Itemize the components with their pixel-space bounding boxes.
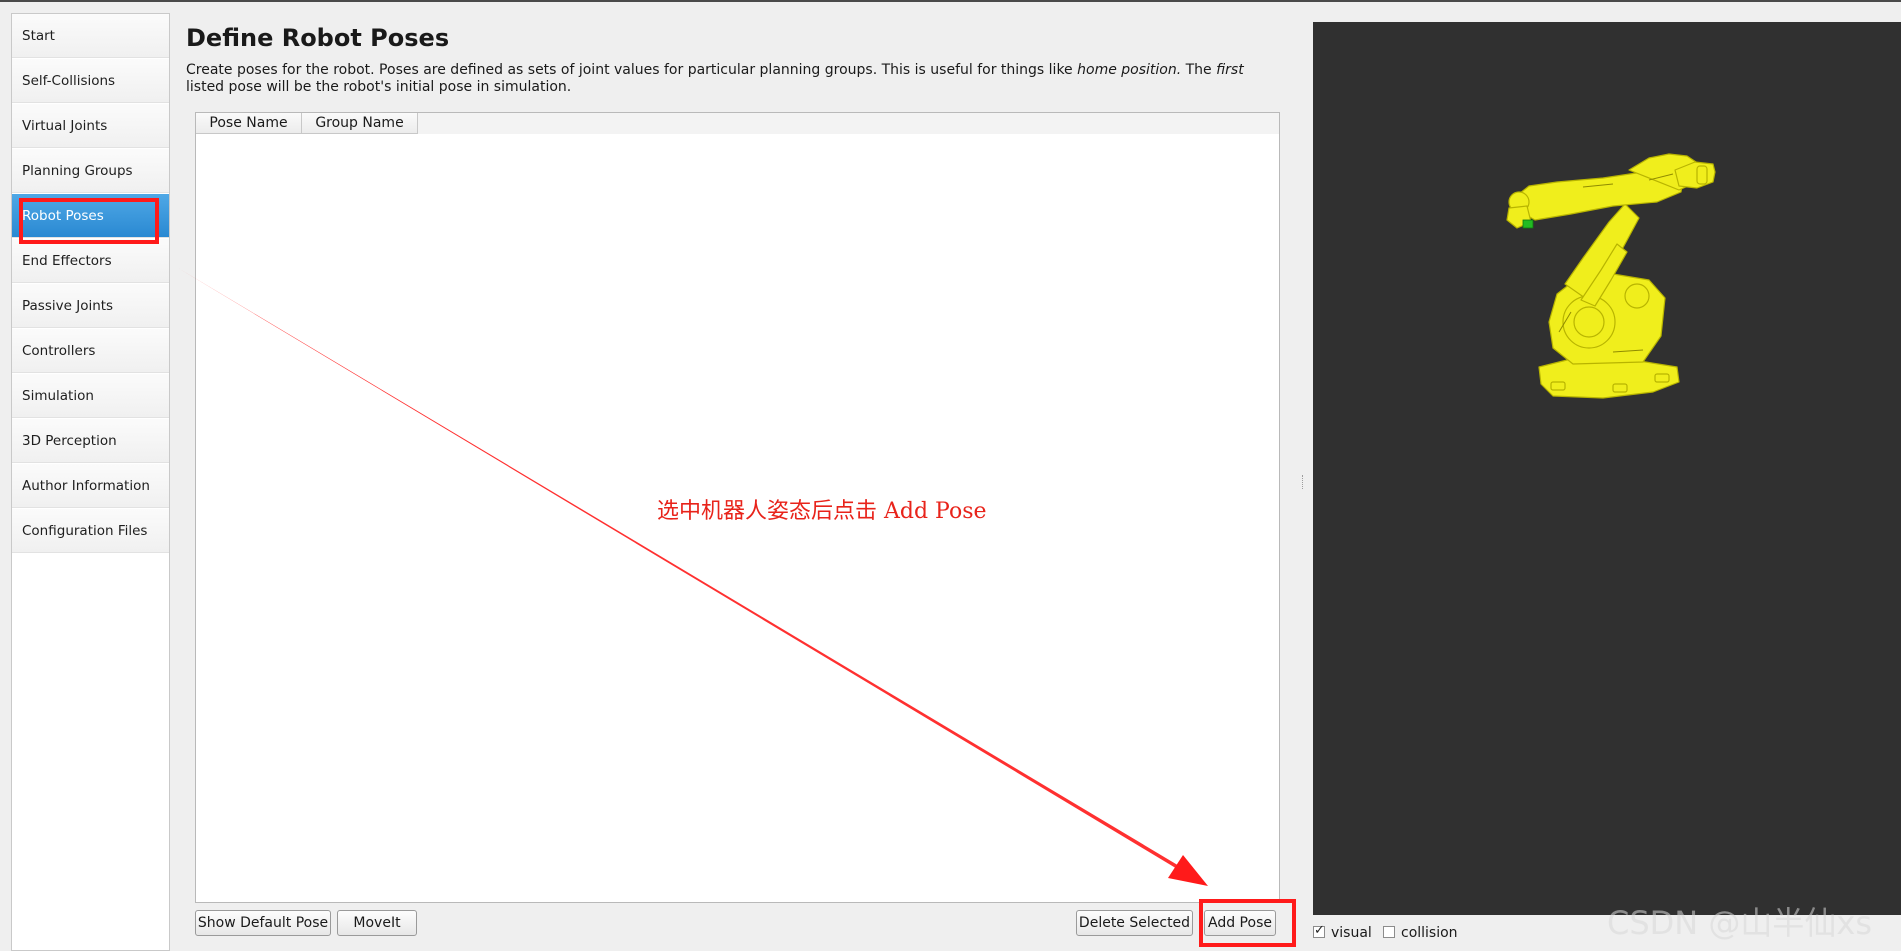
column-header-pose-name[interactable]: Pose Name bbox=[196, 113, 302, 134]
sidebar-item-author-information[interactable]: Author Information bbox=[12, 464, 169, 508]
sidebar-item-controllers[interactable]: Controllers bbox=[12, 329, 169, 373]
sidebar-item-end-effectors[interactable]: End Effectors bbox=[12, 239, 169, 283]
collision-checkbox[interactable] bbox=[1383, 926, 1395, 938]
sidebar-item-simulation[interactable]: Simulation bbox=[12, 374, 169, 418]
description-text-3: listed pose will be the robot's initial … bbox=[186, 79, 572, 95]
show-default-pose-button[interactable]: Show Default Pose bbox=[195, 910, 331, 936]
checkmark-icon: ✓ bbox=[1314, 923, 1325, 938]
robot-3d-viewer[interactable] bbox=[1313, 22, 1901, 915]
description-text-1: Create poses for the robot. Poses are de… bbox=[186, 62, 1078, 78]
watermark: CSDN @山半仙xs bbox=[1607, 904, 1873, 942]
delete-selected-button[interactable]: Delete Selected bbox=[1076, 910, 1193, 936]
sidebar: Start Self-Collisions Virtual Joints Pla… bbox=[11, 13, 170, 951]
sidebar-item-3d-perception[interactable]: 3D Perception bbox=[12, 419, 169, 463]
visual-checkbox-row[interactable]: ✓ visual bbox=[1313, 923, 1372, 942]
collision-checkbox-row[interactable]: collision bbox=[1383, 924, 1458, 942]
moveit-button[interactable]: MoveIt bbox=[337, 910, 417, 936]
page-description: Create poses for the robot. Poses are de… bbox=[186, 62, 1286, 96]
sidebar-item-planning-groups[interactable]: Planning Groups bbox=[12, 149, 169, 193]
visual-checkbox[interactable]: ✓ bbox=[1313, 923, 1325, 938]
sidebar-item-virtual-joints[interactable]: Virtual Joints bbox=[12, 104, 169, 148]
annotation-text: 选中机器人姿态后点击 Add Pose bbox=[657, 499, 987, 524]
add-pose-button[interactable]: Add Pose bbox=[1204, 910, 1276, 936]
sidebar-item-robot-poses[interactable]: Robot Poses bbox=[12, 194, 169, 238]
description-text-2: The bbox=[1181, 62, 1217, 78]
robot-model-icon bbox=[1506, 153, 1716, 399]
sidebar-item-configuration-files[interactable]: Configuration Files bbox=[12, 509, 169, 553]
page-title: Define Robot Poses bbox=[186, 24, 450, 52]
table-header: Pose Name Group Name bbox=[196, 113, 1279, 134]
sidebar-item-start[interactable]: Start bbox=[12, 14, 169, 58]
visual-label: visual bbox=[1331, 925, 1372, 941]
splitter-handle[interactable] bbox=[1302, 475, 1305, 489]
window-top-border bbox=[0, 0, 1901, 2]
sidebar-item-self-collisions[interactable]: Self-Collisions bbox=[12, 59, 169, 103]
description-emphasis-first: first bbox=[1216, 62, 1244, 78]
column-header-group-name[interactable]: Group Name bbox=[302, 113, 418, 134]
collision-label: collision bbox=[1401, 925, 1458, 941]
sidebar-item-passive-joints[interactable]: Passive Joints bbox=[12, 284, 169, 328]
description-emphasis-home: home position. bbox=[1077, 62, 1182, 78]
